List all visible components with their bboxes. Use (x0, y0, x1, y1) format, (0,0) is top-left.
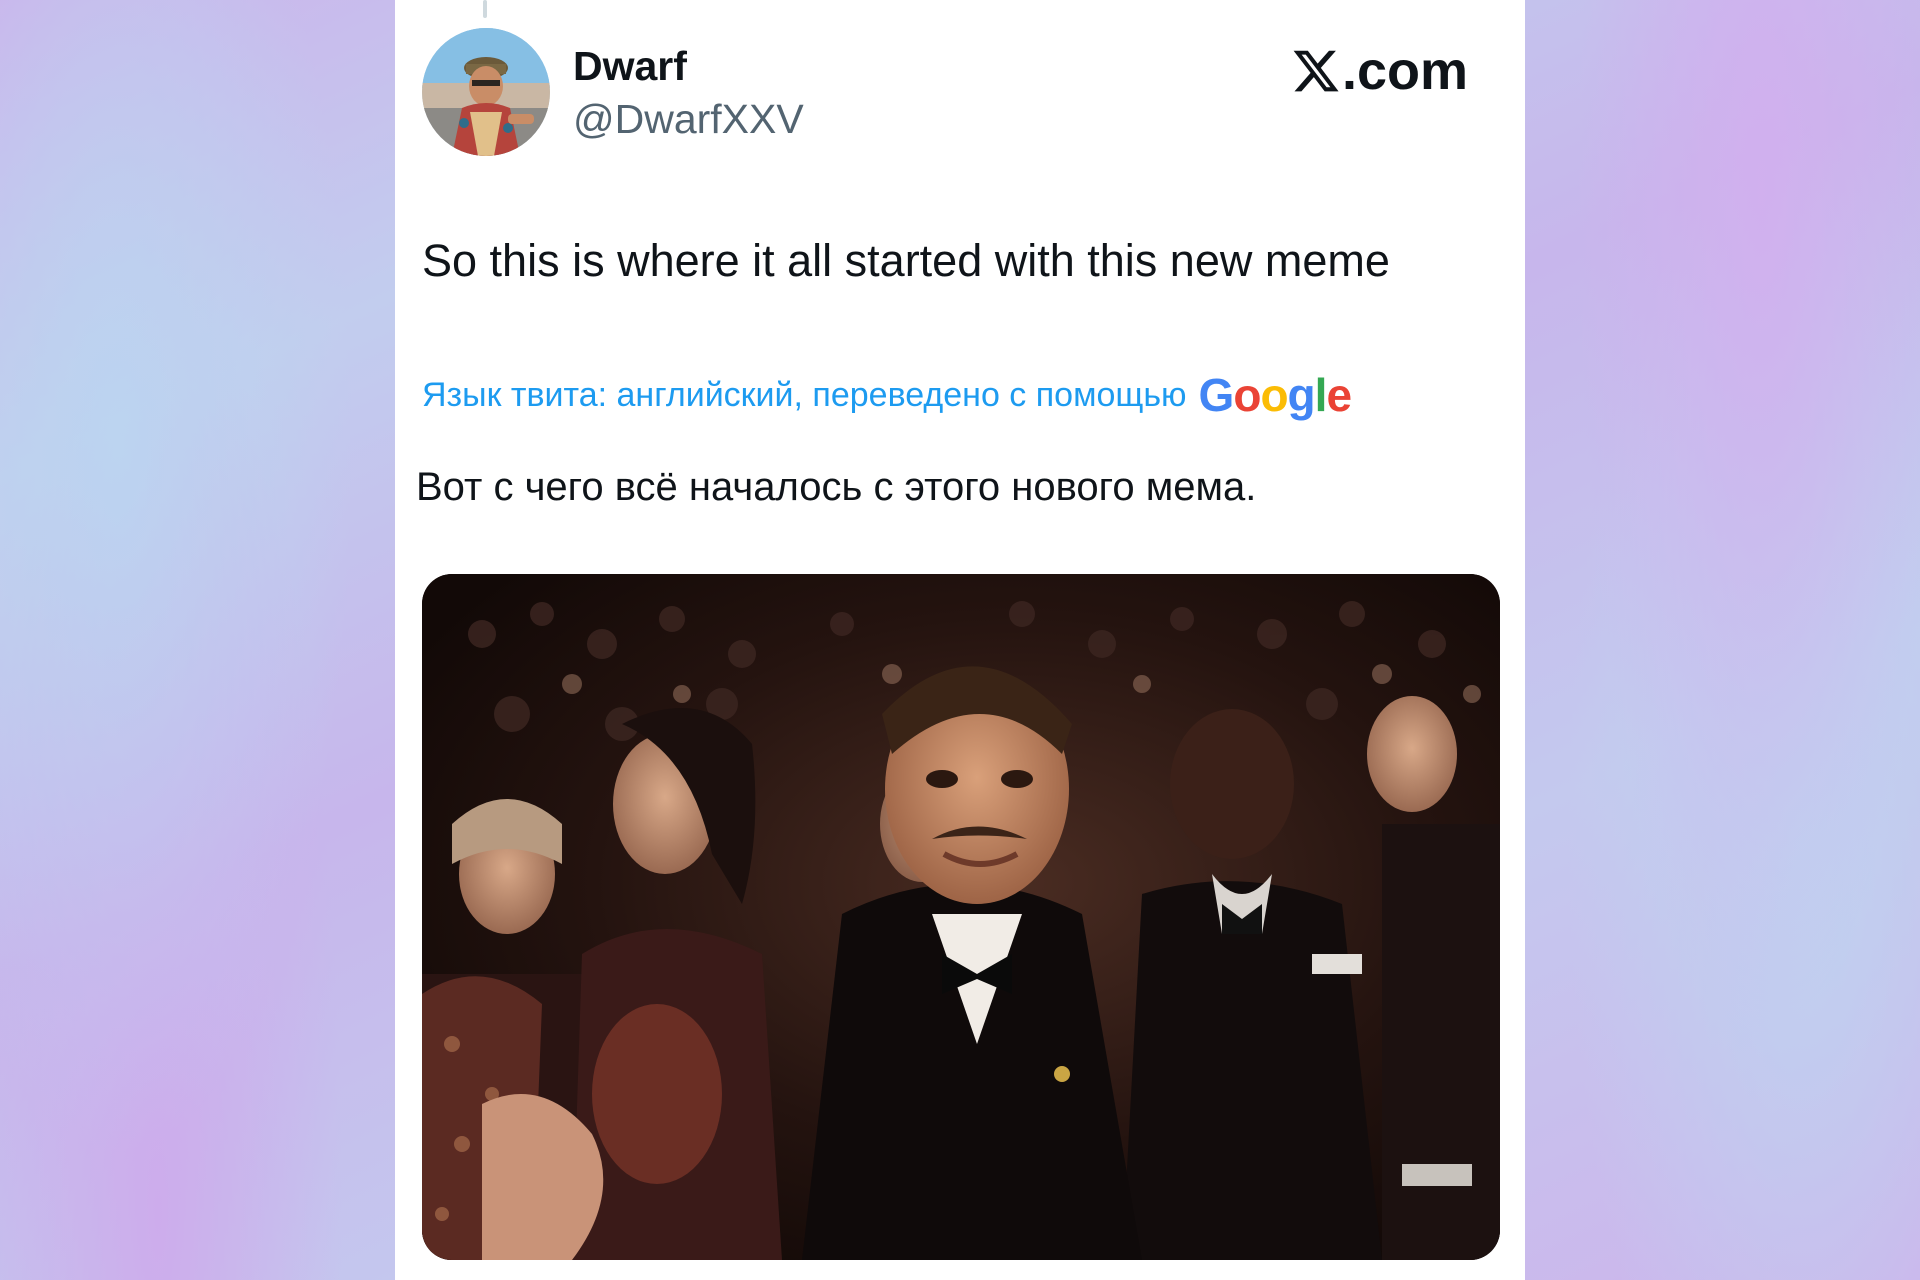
google-letter: e (1326, 369, 1352, 421)
google-letter: l (1314, 369, 1328, 421)
audience-photo (422, 574, 1500, 1260)
google-letter: o (1233, 369, 1261, 421)
translation-note[interactable]: Язык твита: английский, переведено с пом… (422, 376, 1187, 415)
brand-logo: .com (1291, 40, 1468, 102)
avatar[interactable] (422, 28, 550, 156)
tweet-media[interactable] (422, 574, 1500, 1260)
background-left (0, 0, 395, 1280)
google-letter: G (1198, 369, 1235, 421)
translated-text: Вот с чего всё началось с этого нового м… (416, 465, 1257, 509)
brand-suffix: .com (1341, 41, 1468, 101)
translation-attribution: Язык твита: английский, переведено с пом… (422, 368, 1352, 422)
user-handle[interactable]: @DwarfXXV (573, 96, 804, 143)
google-letter: g (1287, 369, 1316, 421)
thread-connector (483, 0, 487, 18)
background-right (1525, 0, 1920, 1280)
tweet-text: So this is where it all started with thi… (422, 235, 1390, 286)
x-logo-icon (1293, 50, 1339, 92)
tweet-card: Dwarf @DwarfXXV .com So this is where it… (395, 0, 1525, 1280)
google-logo: Google (1198, 368, 1352, 422)
display-name[interactable]: Dwarf (573, 43, 687, 90)
avatar-photo (422, 28, 550, 156)
google-letter: o (1260, 369, 1288, 421)
